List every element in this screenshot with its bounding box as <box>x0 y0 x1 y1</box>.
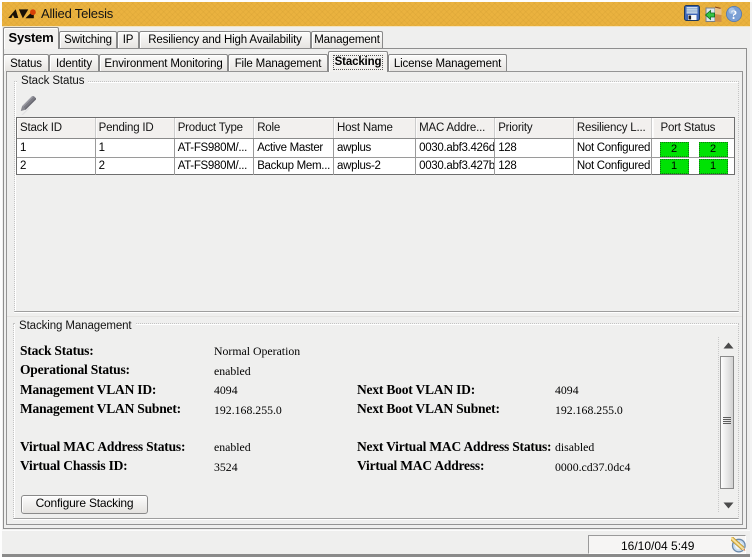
svg-text:?: ? <box>731 7 738 22</box>
